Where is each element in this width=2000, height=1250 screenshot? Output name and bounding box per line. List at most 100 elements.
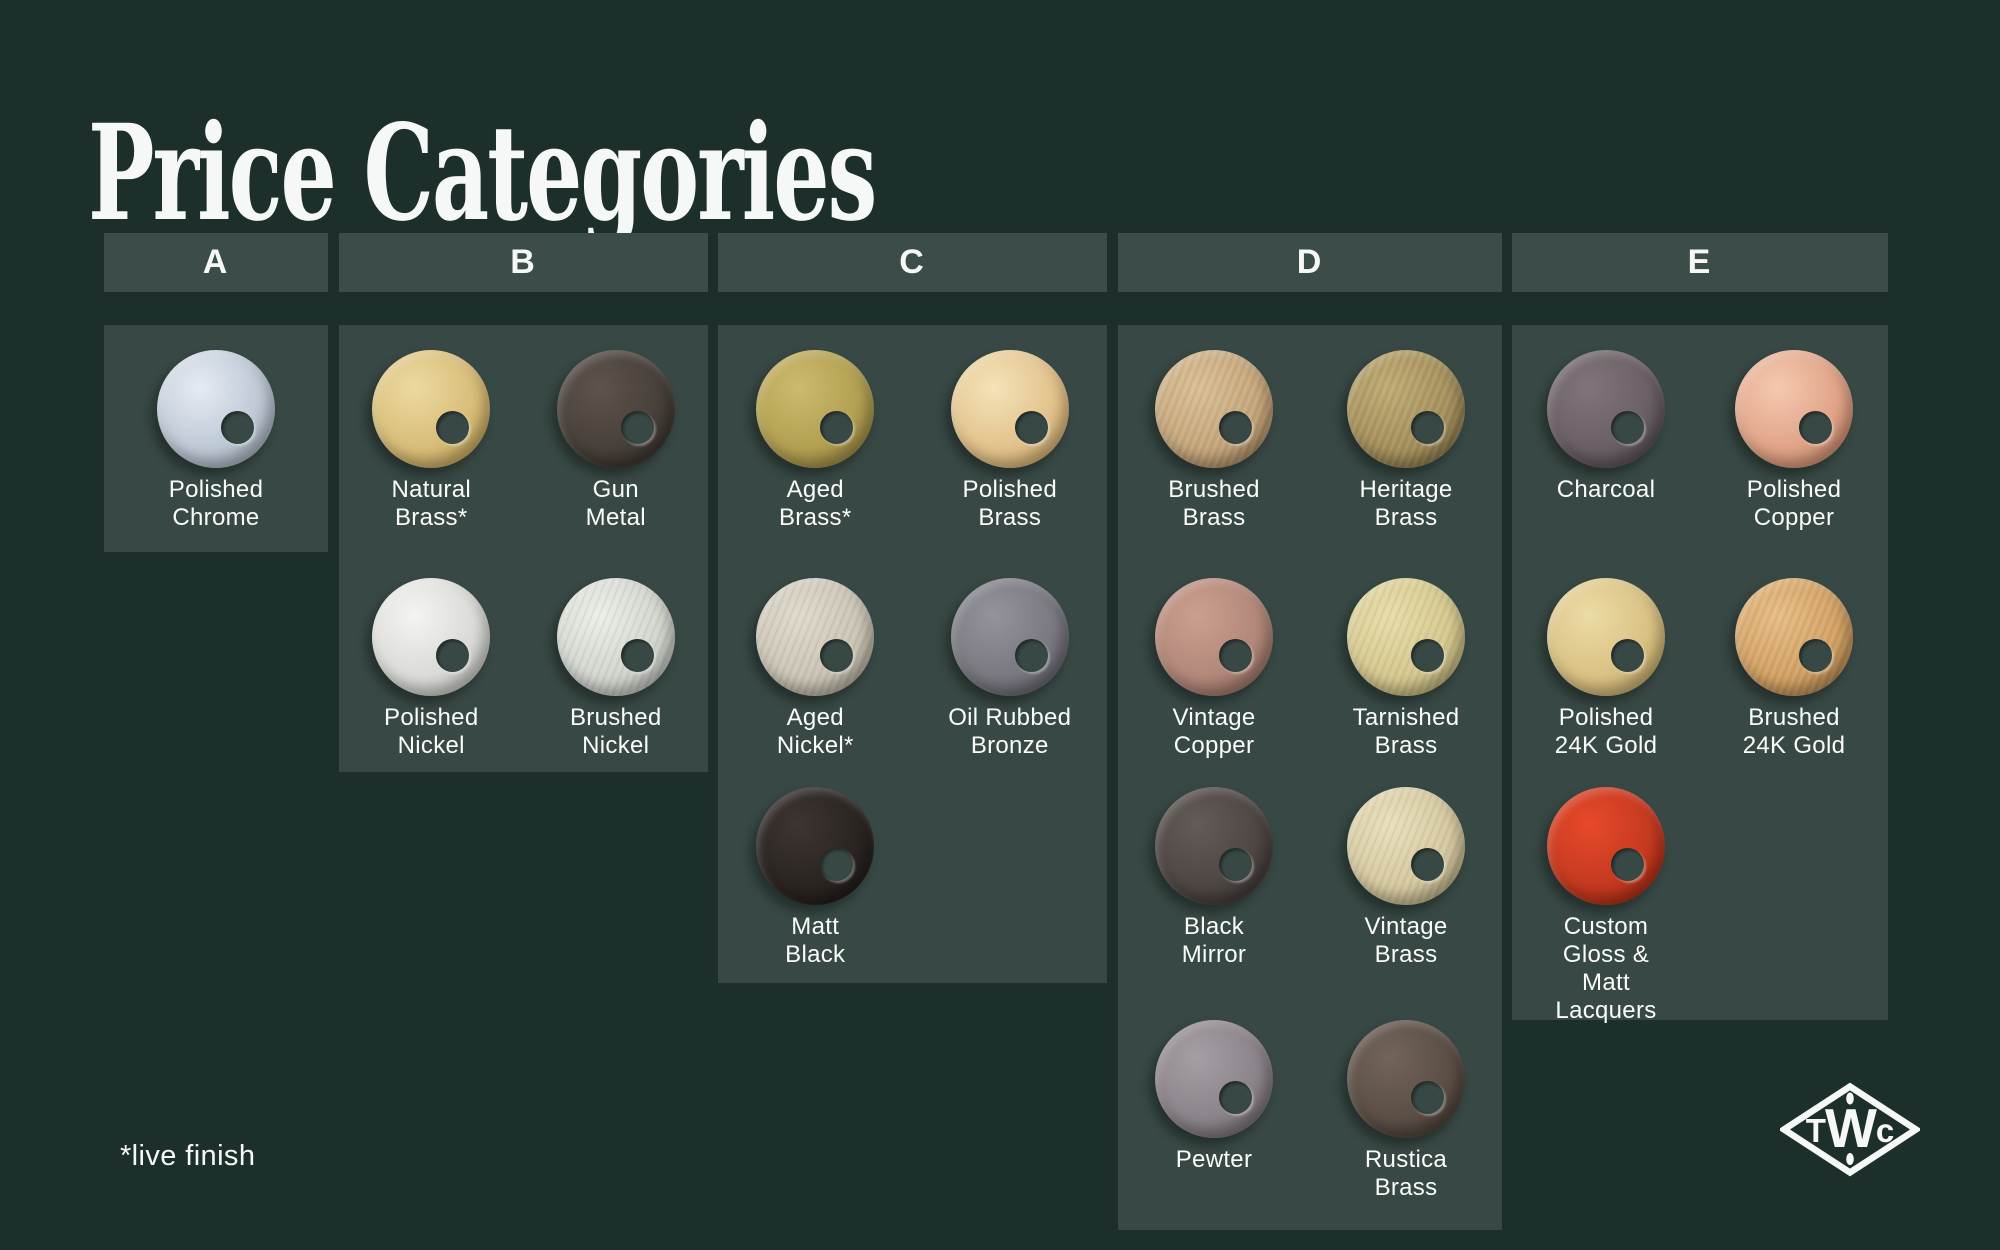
label-pewter: Pewter xyxy=(1176,1146,1253,1174)
label-rustica-brass: Rustica Brass xyxy=(1365,1146,1447,1202)
swatch-rustica-brass xyxy=(1347,1020,1465,1138)
finish-vintage-copper: Vintage Copper xyxy=(1118,578,1310,760)
finish-oil-rubbed-bronze: Oil Rubbed Bronze xyxy=(913,578,1108,760)
swatch-hole-icon xyxy=(820,411,853,444)
swatch-brushed-brass xyxy=(1155,350,1273,468)
label-natural-brass: Natural Brass* xyxy=(392,476,471,532)
category-c-panel: Aged Brass* Polished Brass Aged Nickel* Oil… xyxy=(718,325,1107,983)
swatch-hole-icon xyxy=(1411,848,1444,881)
category-c-header: C xyxy=(718,233,1107,292)
swatch-polished-chrome xyxy=(157,350,275,468)
category-a-letter: A xyxy=(203,243,230,282)
swatch-natural-brass xyxy=(372,350,490,468)
swatch-hole-icon xyxy=(1411,411,1444,444)
finish-matt-black: Matt Black xyxy=(718,787,913,969)
page-title: Price Categories xyxy=(88,100,875,248)
swatch-hole-icon xyxy=(621,411,654,444)
swatch-hole-icon xyxy=(1219,848,1252,881)
swatch-heritage-brass xyxy=(1347,350,1465,468)
label-heritage-brass: Heritage Brass xyxy=(1359,476,1452,532)
finish-brushed-nickel: Brushed Nickel xyxy=(524,578,709,760)
swatch-brushed-nickel xyxy=(557,578,675,696)
swatch-black-mirror xyxy=(1155,787,1273,905)
label-charcoal: Charcoal xyxy=(1557,476,1655,504)
finish-polished-nickel: Polished Nickel xyxy=(339,578,524,760)
finish-aged-brass: Aged Brass* xyxy=(718,350,913,532)
swatch-gun-metal xyxy=(557,350,675,468)
swatch-vintage-brass xyxy=(1347,787,1465,905)
swatch-hole-icon xyxy=(1411,1081,1444,1114)
swatch-polished-nickel xyxy=(372,578,490,696)
label-polished-nickel: Polished Nickel xyxy=(384,704,478,760)
finish-pewter: Pewter xyxy=(1118,1020,1310,1174)
finish-natural-brass: Natural Brass* xyxy=(339,350,524,532)
finish-tarnished-brass: Tarnished Brass xyxy=(1310,578,1502,760)
swatch-vintage-copper xyxy=(1155,578,1273,696)
finish-polished-chrome: Polished Chrome xyxy=(104,350,328,532)
swatch-hole-icon xyxy=(820,848,853,881)
price-categories-poster: Price Categories A Polished Chrome B Natura… xyxy=(0,0,2000,1250)
swatch-hole-icon xyxy=(1219,1081,1252,1114)
live-finish-footnote: *live finish xyxy=(120,1140,255,1173)
category-a-header: A xyxy=(104,233,328,292)
finish-aged-nickel: Aged Nickel* xyxy=(718,578,913,760)
category-e-header: E xyxy=(1512,233,1888,292)
finish-gun-metal: Gun Metal xyxy=(524,350,709,532)
swatch-hole-icon xyxy=(1611,639,1644,672)
finish-polished-brass: Polished Brass xyxy=(913,350,1108,532)
label-matt-black: Matt Black xyxy=(785,913,845,969)
swatch-hole-icon xyxy=(436,639,469,672)
label-polished-24k-gold: Polished 24K Gold xyxy=(1555,704,1657,760)
label-polished-copper: Polished Copper xyxy=(1747,476,1841,532)
label-oil-rubbed-bronze: Oil Rubbed Bronze xyxy=(948,704,1071,760)
finish-vintage-brass: Vintage Brass xyxy=(1310,787,1502,969)
category-a-panel: Polished Chrome xyxy=(104,325,328,552)
swatch-hole-icon xyxy=(1015,639,1048,672)
swatch-hole-icon xyxy=(1219,639,1252,672)
swatch-hole-icon xyxy=(1799,639,1832,672)
swatch-hole-icon xyxy=(1015,411,1048,444)
swatch-matt-black xyxy=(756,787,874,905)
finish-heritage-brass: Heritage Brass xyxy=(1310,350,1502,532)
swatch-charcoal xyxy=(1547,350,1665,468)
swatch-hole-icon xyxy=(436,411,469,444)
swatch-hole-icon xyxy=(221,411,254,444)
category-d-panel: Brushed Brass Heritage Brass Vintage Coppe… xyxy=(1118,325,1502,1230)
finish-brushed-brass: Brushed Brass xyxy=(1118,350,1310,532)
category-b-letter: B xyxy=(510,243,537,282)
label-black-mirror: Black Mirror xyxy=(1182,913,1246,969)
label-aged-nickel: Aged Nickel* xyxy=(777,704,854,760)
label-vintage-brass: Vintage Brass xyxy=(1364,913,1447,969)
category-d-header: D xyxy=(1118,233,1502,292)
category-e-panel: Charcoal Polished Copper Polished 24K Gold… xyxy=(1512,325,1888,1020)
swatch-hole-icon xyxy=(1799,411,1832,444)
category-b-panel: Natural Brass* Gun Metal Polished Nickel Br… xyxy=(339,325,708,772)
label-aged-brass: Aged Brass* xyxy=(779,476,852,532)
label-brushed-nickel: Brushed Nickel xyxy=(570,704,662,760)
finish-rustica-brass: Rustica Brass xyxy=(1310,1020,1502,1202)
finish-polished-copper: Polished Copper xyxy=(1700,350,1888,532)
finish-custom-lacquers: Custom Gloss & Matt Lacquers xyxy=(1512,787,1700,1025)
finish-black-mirror: Black Mirror xyxy=(1118,787,1310,969)
label-brushed-24k-gold: Brushed 24K Gold xyxy=(1743,704,1845,760)
swatch-brushed-24k-gold xyxy=(1735,578,1853,696)
finish-polished-24k-gold: Polished 24K Gold xyxy=(1512,578,1700,760)
swatch-polished-brass xyxy=(951,350,1069,468)
label-polished-chrome: Polished Chrome xyxy=(169,476,263,532)
swatch-aged-nickel xyxy=(756,578,874,696)
label-polished-brass: Polished Brass xyxy=(963,476,1057,532)
category-c-letter: C xyxy=(899,243,926,282)
label-brushed-brass: Brushed Brass xyxy=(1168,476,1260,532)
swatch-hole-icon xyxy=(1611,848,1644,881)
swatch-hole-icon xyxy=(621,639,654,672)
swatch-hole-icon xyxy=(1611,411,1644,444)
swatch-polished-copper xyxy=(1735,350,1853,468)
swatch-hole-icon xyxy=(1219,411,1252,444)
swatch-polished-24k-gold xyxy=(1547,578,1665,696)
finish-charcoal: Charcoal xyxy=(1512,350,1700,504)
label-gun-metal: Gun Metal xyxy=(586,476,646,532)
swatch-custom-lacquers xyxy=(1547,787,1665,905)
twc-logo: TWc xyxy=(1780,1082,1920,1178)
swatch-oil-rubbed-bronze xyxy=(951,578,1069,696)
category-e-letter: E xyxy=(1688,243,1713,282)
